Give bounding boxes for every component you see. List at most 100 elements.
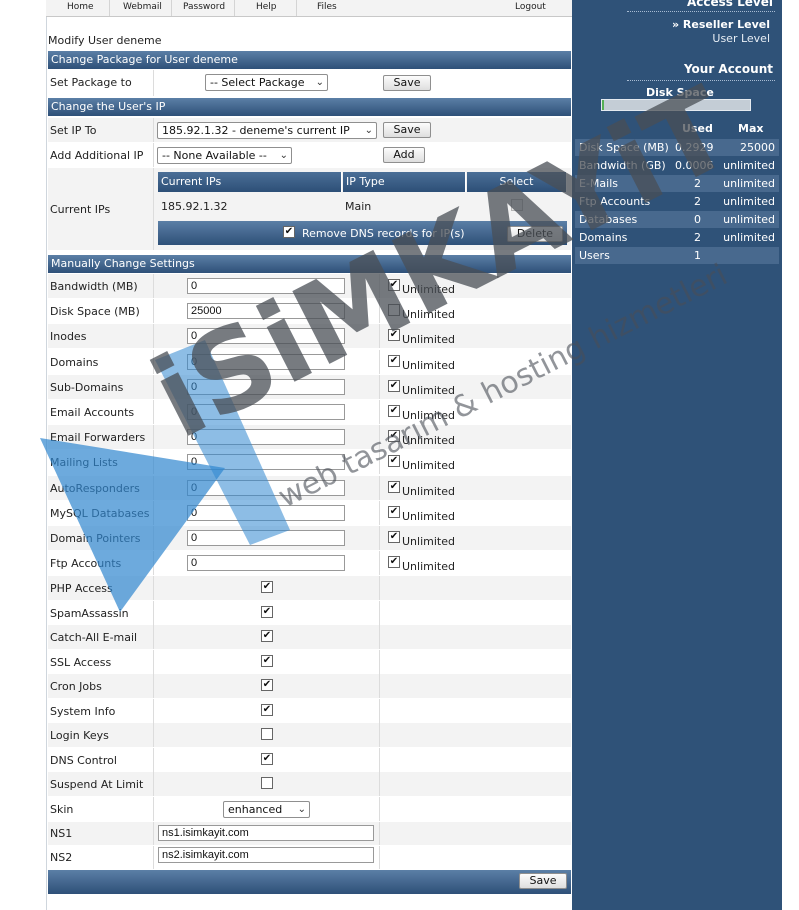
unlimited-label: Unlimited — [402, 384, 455, 397]
feature-checkbox[interactable]: ✔ — [261, 704, 273, 716]
ip-select-checkbox[interactable] — [511, 199, 523, 211]
unlimited-checkbox[interactable]: ✔ — [388, 430, 400, 442]
feature-checkbox[interactable] — [261, 777, 273, 789]
feature-checkbox[interactable]: ✔ — [261, 753, 273, 765]
skin-select[interactable]: enhanced ⌄ — [223, 801, 310, 818]
limit-input[interactable] — [187, 480, 345, 496]
unlimited-checkbox[interactable]: ✔ — [388, 481, 400, 493]
column-separator — [379, 501, 380, 525]
nav-home[interactable]: Home — [67, 2, 94, 12]
limit-input[interactable] — [187, 454, 345, 470]
remove-dns-label: Remove DNS records for IP(s) — [302, 227, 465, 240]
unlimited-checkbox[interactable]: ✔ — [388, 405, 400, 417]
ns1-input[interactable] — [158, 825, 374, 841]
nav-password[interactable]: Password — [183, 2, 225, 12]
column-separator — [379, 476, 380, 500]
column-separator — [153, 324, 154, 348]
limit-input[interactable] — [187, 354, 345, 370]
limit-label: Mailing Lists — [50, 456, 118, 469]
column-separator — [153, 425, 154, 449]
limit-label: Ftp Accounts — [50, 557, 122, 570]
unlimited-checkbox[interactable]: ✔ — [388, 531, 400, 543]
stats-col-max: Max — [738, 122, 764, 135]
settings-footer-bar: Save — [48, 870, 571, 894]
feature-checkbox[interactable]: ✔ — [261, 581, 273, 593]
limit-row: Email Accounts ✔Unlimited — [48, 400, 571, 424]
unlimited-label: Unlimited — [402, 409, 455, 422]
remove-dns-checkbox[interactable]: ✔ — [283, 226, 295, 238]
limit-label: Email Accounts — [50, 406, 135, 419]
column-separator — [153, 625, 154, 649]
reseller-level-link[interactable]: » Reseller Level — [672, 18, 770, 31]
unlimited-checkbox[interactable]: ✔ — [388, 355, 400, 367]
nav-webmail[interactable]: Webmail — [123, 2, 162, 12]
limit-input[interactable] — [187, 555, 345, 571]
settings-save-button[interactable]: Save — [519, 873, 567, 889]
left-gutter — [0, 0, 46, 910]
disk-space-label: Disk Space — [646, 86, 714, 99]
nav-files[interactable]: Files — [317, 2, 337, 12]
unlimited-checkbox[interactable]: ✔ — [388, 380, 400, 392]
set-ip-select[interactable]: 185.92.1.32 - deneme's current IP ⌄ — [157, 122, 377, 139]
unlimited-checkbox[interactable]: ✔ — [388, 329, 400, 341]
top-navigation: Home Webmail Password Help Files Logout — [46, 0, 572, 17]
additional-ip-select[interactable]: -- None Available -- ⌄ — [157, 147, 292, 164]
limit-input[interactable] — [187, 429, 345, 445]
unlimited-label: Unlimited — [402, 459, 455, 472]
feature-label: Login Keys — [50, 729, 109, 742]
delete-ip-button[interactable]: Delete — [507, 226, 563, 242]
limit-label: Domains — [50, 356, 99, 369]
package-select[interactable]: -- Select Package ⌄ — [205, 74, 328, 91]
additional-ip-row: Add Additional IP -- None Available -- ⌄… — [48, 143, 571, 167]
feature-checkbox[interactable] — [261, 728, 273, 740]
feature-checkbox[interactable]: ✔ — [261, 655, 273, 667]
feature-checkbox[interactable]: ✔ — [261, 630, 273, 642]
feature-checkbox[interactable]: ✔ — [261, 606, 273, 618]
package-select-value: -- Select Package — [210, 76, 305, 89]
limit-input[interactable] — [187, 328, 345, 344]
ns2-input[interactable] — [158, 847, 374, 863]
stat-row: Users 1 — [575, 247, 779, 264]
limit-input[interactable] — [187, 530, 345, 546]
feature-label: PHP Access — [50, 582, 113, 595]
nav-separator — [234, 0, 235, 16]
limit-input[interactable] — [187, 404, 345, 420]
unlimited-checkbox[interactable]: ✔ — [388, 556, 400, 568]
feature-row: Suspend At Limit — [48, 772, 571, 796]
set-ip-save-button[interactable]: Save — [383, 122, 431, 138]
unlimited-label: Unlimited — [402, 510, 455, 523]
nav-logout[interactable]: Logout — [515, 2, 546, 12]
limit-label: Email Forwarders — [50, 431, 146, 444]
limit-input[interactable] — [187, 278, 345, 294]
user-level-link[interactable]: User Level — [712, 32, 770, 45]
unlimited-checkbox[interactable]: ✔ — [388, 506, 400, 518]
feature-row: Cron Jobs ✔ — [48, 674, 571, 698]
limit-input[interactable] — [187, 505, 345, 521]
unlimited-checkbox[interactable]: ✔ — [388, 279, 400, 291]
column-separator — [379, 846, 380, 869]
stat-used: 1 — [694, 249, 701, 262]
nav-help[interactable]: Help — [256, 2, 277, 12]
package-save-button[interactable]: Save — [383, 75, 431, 91]
unlimited-label: Unlimited — [402, 308, 455, 321]
column-separator — [153, 551, 154, 575]
feature-checkbox[interactable]: ✔ — [261, 679, 273, 691]
column-separator — [379, 650, 380, 674]
column-separator — [379, 601, 380, 625]
limit-input[interactable] — [187, 379, 345, 395]
add-ip-button[interactable]: Add — [383, 147, 425, 163]
skin-label: Skin — [50, 803, 74, 816]
stat-used: 2 — [694, 177, 701, 190]
unlimited-checkbox[interactable] — [388, 304, 400, 316]
package-section-header: Change Package for User deneme — [48, 51, 571, 69]
unlimited-label: Unlimited — [402, 535, 455, 548]
column-separator — [379, 299, 380, 323]
stat-max: unlimited — [723, 177, 775, 190]
unlimited-checkbox[interactable]: ✔ — [388, 455, 400, 467]
limit-input[interactable] — [187, 303, 345, 319]
column-separator — [153, 143, 154, 167]
ns1-label: NS1 — [50, 827, 73, 840]
feature-row: Login Keys — [48, 723, 571, 747]
additional-ip-select-value: -- None Available -- — [162, 149, 267, 162]
limit-label: Disk Space (MB) — [50, 305, 140, 318]
